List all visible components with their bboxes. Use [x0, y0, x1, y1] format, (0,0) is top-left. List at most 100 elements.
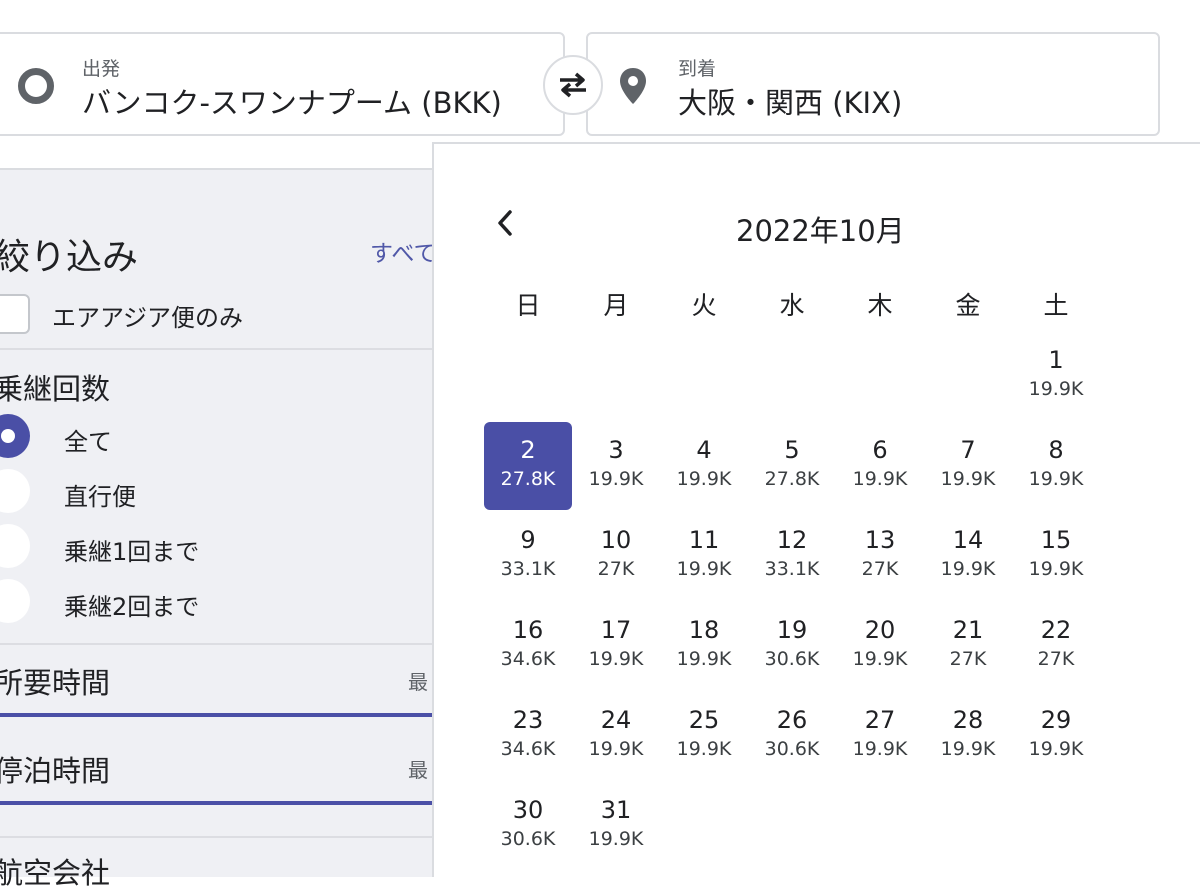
- filter-panel: 絞り込み すべて エアアジア便のみ 乗継回数 全て 直行便 乗継1回まで 乗継2…: [0, 168, 436, 890]
- swap-button[interactable]: [543, 55, 603, 115]
- calendar-day[interactable]: 22 27K: [1012, 602, 1100, 690]
- calendar-day[interactable]: 9 33.1K: [484, 512, 572, 600]
- calendar-day[interactable]: 8 19.9K: [1012, 422, 1100, 510]
- calendar-day[interactable]: 10 27K: [572, 512, 660, 600]
- calendar-day[interactable]: 30 30.6K: [484, 782, 572, 870]
- day-price: 19.9K: [676, 738, 732, 760]
- weekday-header: 月: [603, 291, 629, 320]
- origin-field[interactable]: 出発 バンコク-スワンナプーム (BKK): [0, 32, 565, 136]
- calendar-day[interactable]: 24 19.9K: [572, 692, 660, 780]
- day-number: 9: [520, 526, 536, 554]
- calendar-day[interactable]: 25 19.9K: [660, 692, 748, 780]
- day-number: 10: [600, 526, 632, 554]
- calendar-day[interactable]: 31 19.9K: [572, 782, 660, 870]
- destination-field[interactable]: 到着 大阪・関西 (KIX): [586, 32, 1160, 136]
- day-number: 11: [688, 526, 720, 554]
- day-number: 8: [1048, 436, 1064, 464]
- duration-slider[interactable]: [0, 713, 432, 717]
- calendar-day[interactable]: 11 19.9K: [660, 512, 748, 600]
- duration-hint: 最: [408, 670, 428, 694]
- calendar-day[interactable]: 2 27.8K: [484, 422, 572, 510]
- day-number: 17: [600, 616, 632, 644]
- day-price: 34.6K: [500, 648, 556, 670]
- day-number: 6: [872, 436, 888, 464]
- origin-circle-icon: [18, 68, 54, 104]
- calendar-day[interactable]: 7 19.9K: [924, 422, 1012, 510]
- day-price: 19.9K: [852, 468, 908, 490]
- day-price: 33.1K: [500, 558, 556, 580]
- day-price: 27.8K: [764, 468, 820, 490]
- calendar-month-title: 2022年10月: [736, 214, 905, 248]
- calendar-day[interactable]: 4 19.9K: [660, 422, 748, 510]
- chevron-left-icon[interactable]: [494, 208, 516, 238]
- day-price: 19.9K: [588, 828, 644, 850]
- calendar-day[interactable]: 19 30.6K: [748, 602, 836, 690]
- stops-radio-direct[interactable]: [0, 469, 30, 513]
- day-number: 30: [512, 796, 544, 824]
- divider: [0, 348, 432, 350]
- calendar-day[interactable]: 14 19.9K: [924, 512, 1012, 600]
- calendar-day[interactable]: 21 27K: [924, 602, 1012, 690]
- day-price: 19.9K: [588, 648, 644, 670]
- calendar-day[interactable]: 23 34.6K: [484, 692, 572, 780]
- day-number: 13: [864, 526, 896, 554]
- stops-radio-two[interactable]: [0, 579, 30, 623]
- day-number: 19: [776, 616, 808, 644]
- calendar-day[interactable]: 26 30.6K: [748, 692, 836, 780]
- clear-all-link[interactable]: すべて: [370, 234, 436, 268]
- day-number: 27: [864, 706, 896, 734]
- calendar-day[interactable]: 28 19.9K: [924, 692, 1012, 780]
- stops-radio-one[interactable]: [0, 524, 30, 568]
- stops-label-direct: 直行便: [64, 483, 136, 511]
- day-price: 19.9K: [676, 468, 732, 490]
- date-calendar: 2022年10月 日 月 火 水 木 金 土 1 19.9K 2 27.8K 3 19.9K 4 19.9K…: [432, 142, 1200, 877]
- day-number: 29: [1040, 706, 1072, 734]
- calendar-day[interactable]: 3 19.9K: [572, 422, 660, 510]
- calendar-day[interactable]: 12 33.1K: [748, 512, 836, 600]
- day-price: 30.6K: [764, 738, 820, 760]
- calendar-day[interactable]: 27 19.9K: [836, 692, 924, 780]
- day-price: 30.6K: [764, 648, 820, 670]
- day-price: 27K: [1037, 648, 1075, 670]
- airasia-only-checkbox[interactable]: [0, 294, 30, 334]
- day-number: 18: [688, 616, 720, 644]
- calendar-day[interactable]: 29 19.9K: [1012, 692, 1100, 780]
- calendar-day[interactable]: 16 34.6K: [484, 602, 572, 690]
- day-price: 34.6K: [500, 738, 556, 760]
- day-price: 30.6K: [500, 828, 556, 850]
- day-number: 7: [960, 436, 976, 464]
- swap-arrows-icon: [560, 72, 586, 98]
- calendar-day[interactable]: 6 19.9K: [836, 422, 924, 510]
- day-number: 21: [952, 616, 984, 644]
- stops-label-all: 全て: [64, 428, 112, 456]
- airline-title: 航空会社: [0, 856, 111, 890]
- calendar-day[interactable]: 20 19.9K: [836, 602, 924, 690]
- duration-title: 所要時間: [0, 666, 111, 700]
- day-number: 25: [688, 706, 720, 734]
- day-price: 27.8K: [500, 468, 556, 490]
- weekday-header: 火: [691, 291, 717, 320]
- destination-label: 到着: [678, 58, 717, 80]
- calendar-day[interactable]: 15 19.9K: [1012, 512, 1100, 600]
- day-price: 19.9K: [588, 738, 644, 760]
- day-number: 31: [600, 796, 632, 824]
- day-price: 19.9K: [1028, 378, 1084, 400]
- calendar-day[interactable]: 17 19.9K: [572, 602, 660, 690]
- day-number: 15: [1040, 526, 1072, 554]
- day-number: 24: [600, 706, 632, 734]
- airasia-only-label: エアアジア便のみ: [52, 304, 244, 332]
- day-price: 33.1K: [764, 558, 820, 580]
- divider: [0, 836, 432, 838]
- calendar-day[interactable]: 13 27K: [836, 512, 924, 600]
- layover-slider[interactable]: [0, 801, 432, 805]
- calendar-day[interactable]: 18 19.9K: [660, 602, 748, 690]
- origin-value: バンコク-スワンナプーム (BKK): [82, 86, 502, 120]
- filter-title: 絞り込み: [0, 237, 139, 278]
- calendar-day[interactable]: 5 27.8K: [748, 422, 836, 510]
- stops-radio-all[interactable]: [0, 414, 30, 458]
- stops-title: 乗継回数: [0, 372, 111, 406]
- weekday-header: 金: [955, 291, 981, 320]
- weekday-header: 日: [515, 291, 541, 320]
- day-price: 19.9K: [1028, 468, 1084, 490]
- calendar-day[interactable]: 1 19.9K: [1012, 332, 1100, 420]
